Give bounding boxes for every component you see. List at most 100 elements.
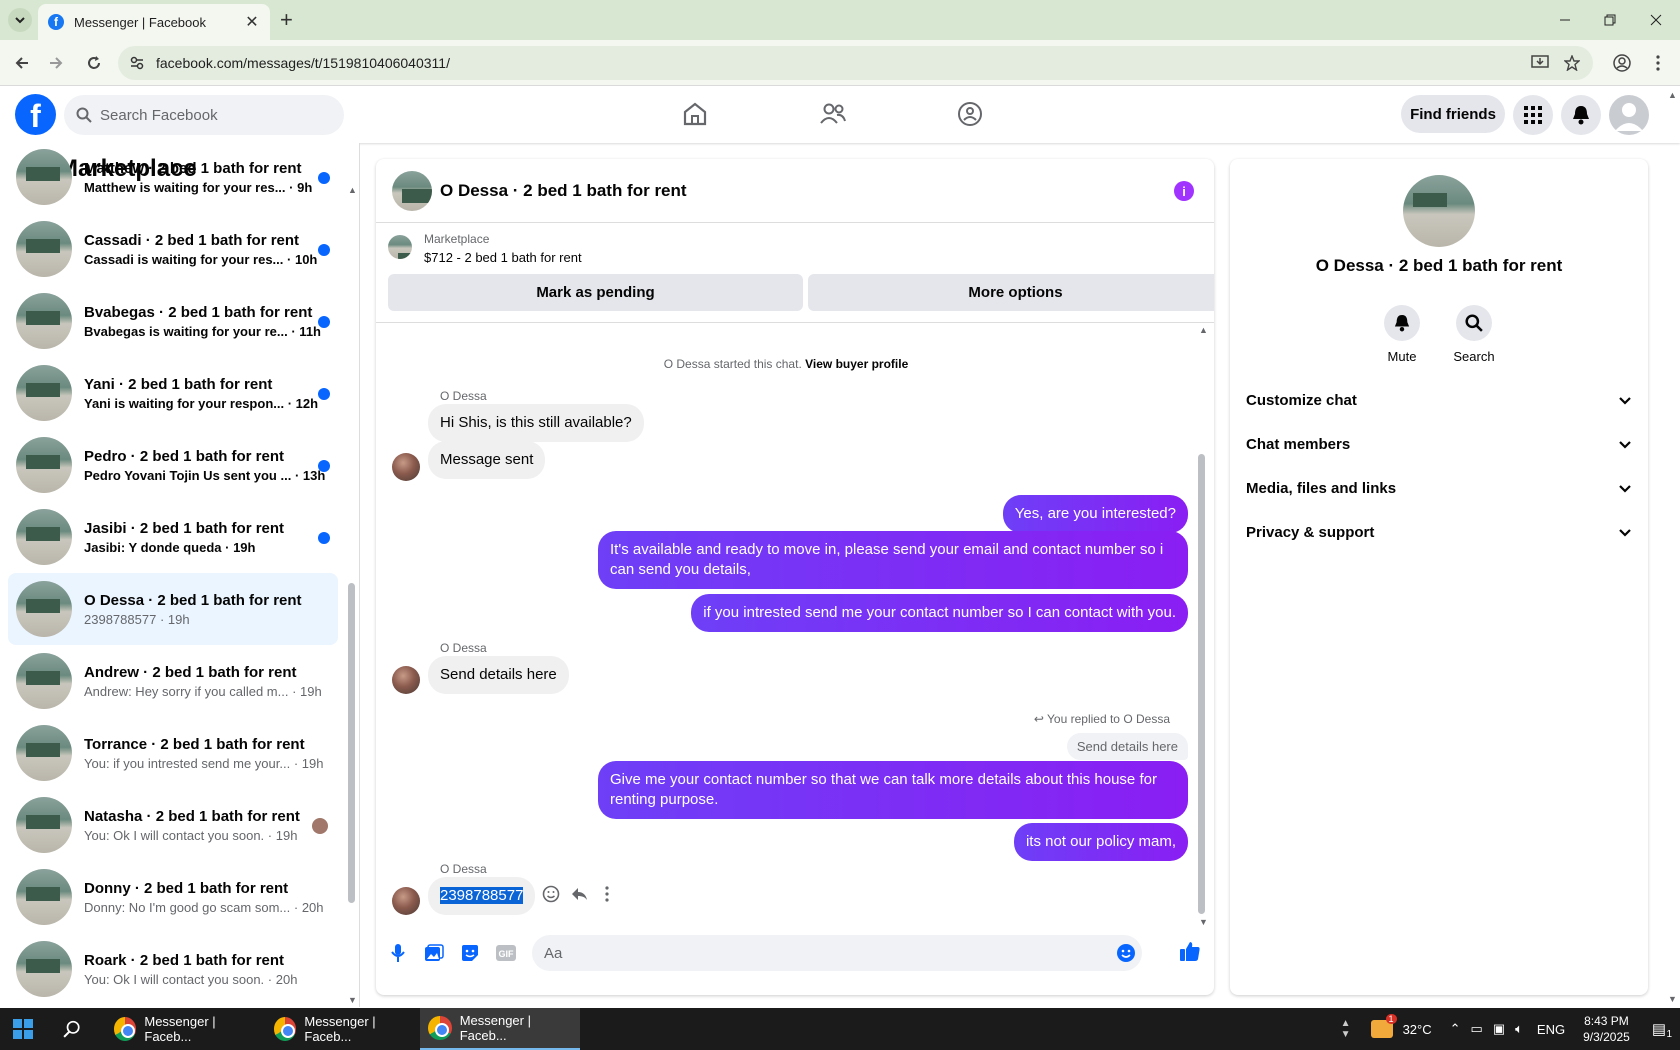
view-buyer-profile-link[interactable]: View buyer profile (805, 357, 908, 371)
react-emoji-icon[interactable] (542, 885, 560, 903)
outgoing-message[interactable]: Yes, are you interested? (1002, 495, 1188, 533)
message-input[interactable]: Aa (532, 935, 1142, 971)
conversation-item[interactable]: Torrance · 2 bed 1 bath for rent You: if … (8, 717, 338, 789)
account-avatar[interactable] (1609, 95, 1649, 135)
bell-icon (1573, 106, 1589, 125)
tab-search-button[interactable] (8, 8, 32, 32)
menu-button[interactable] (1513, 95, 1553, 135)
facebook-search-input[interactable]: Search Facebook (64, 95, 344, 135)
sidebar-scrollbar[interactable] (348, 583, 355, 903)
outgoing-message[interactable]: Give me your contact number so that we c… (598, 761, 1188, 819)
sender-avatar[interactable] (392, 887, 420, 915)
more-vertical-icon[interactable] (598, 885, 616, 903)
conversation-item[interactable]: Roark · 2 bed 1 bath for rent You: Ok I w… (8, 933, 338, 1005)
notification-center-icon[interactable]: ▤ 1 (1652, 1020, 1672, 1040)
conversation-item[interactable]: Yani · 2 bed 1 bath for rent Yani is wait… (8, 357, 338, 429)
close-window-button[interactable] (1641, 6, 1671, 34)
reply-arrow-icon[interactable] (570, 885, 588, 903)
facebook-logo-icon[interactable]: f (15, 94, 56, 135)
volume-icon[interactable]: 🔈︎ (1515, 1021, 1523, 1037)
outgoing-message[interactable]: if you intrested send me your contact nu… (691, 594, 1188, 632)
search-in-chat-button[interactable]: Search (1444, 305, 1504, 364)
sender-avatar[interactable] (392, 453, 420, 481)
incoming-message[interactable]: Hi Shis, is this still available? (428, 404, 644, 442)
browser-tab[interactable]: f Messenger | Facebook ✕ (38, 4, 270, 40)
home-nav-button[interactable] (675, 96, 715, 132)
customize-chat-section[interactable]: Customize chat (1246, 392, 1632, 409)
voice-clip-button[interactable] (386, 941, 410, 965)
privacy-support-section[interactable]: Privacy & support (1246, 524, 1632, 541)
chat-scrollbar[interactable] (1198, 454, 1205, 914)
conversation-item[interactable]: Andrew · 2 bed 1 bath for rent Andrew: He… (8, 645, 338, 717)
details-avatar[interactable] (1403, 175, 1475, 247)
search-icon[interactable] (63, 1020, 81, 1038)
incoming-message-selected[interactable]: 2398788577 (428, 877, 536, 915)
outgoing-message[interactable]: its not our policy mam, (1013, 823, 1188, 861)
conversation-item[interactable]: Bvabegas · 2 bed 1 bath for rent Bvabegas… (8, 285, 338, 357)
forward-button[interactable] (44, 51, 68, 75)
address-bar[interactable]: facebook.com/messages/t/1519810406040311… (118, 46, 1593, 80)
conversation-item[interactable]: Natasha · 2 bed 1 bath for rent You: Ok I… (8, 789, 338, 861)
chevron-up-icon[interactable]: ⌃ (1450, 1021, 1461, 1037)
sticker-button[interactable] (458, 941, 482, 965)
close-tab-icon[interactable]: ✕ (244, 12, 260, 32)
windows-start-icon[interactable] (13, 1019, 33, 1039)
minimize-button[interactable] (1550, 6, 1580, 34)
network-icon[interactable]: ▣ (1493, 1021, 1505, 1037)
outgoing-message[interactable]: It's available and ready to move in, ple… (598, 531, 1188, 589)
install-app-button[interactable] (1528, 51, 1552, 75)
listing-price[interactable]: $712 - 2 bed 1 bath for rent (424, 250, 582, 265)
taskbar-chrome-window-active[interactable]: Messenger | Faceb... (420, 1008, 580, 1050)
groups-nav-button[interactable] (950, 96, 990, 132)
gif-button[interactable]: GIF (494, 941, 518, 965)
browser-menu-button[interactable] (1646, 51, 1670, 75)
conversation-item[interactable]: Jasibi · 2 bed 1 bath for rent Jasibi: Y … (8, 501, 338, 573)
conversation-item[interactable]: O Dessa · 2 bed 1 bath for rent 239878857… (8, 573, 338, 645)
incoming-message[interactable]: Send details here (428, 656, 569, 694)
friends-nav-button[interactable] (813, 96, 853, 132)
temperature[interactable]: 32°C (1403, 1022, 1432, 1037)
new-tab-button[interactable]: + (280, 9, 293, 31)
sender-avatar[interactable] (392, 666, 420, 694)
scroll-down-arrow-icon[interactable]: ▼ (348, 995, 357, 1005)
notifications-button[interactable] (1561, 95, 1601, 135)
mark-as-pending-button[interactable]: Mark as pending (388, 274, 803, 311)
scroll-up-arrow-icon[interactable]: ▲ (348, 185, 357, 195)
chat-title[interactable]: O Dessa · 2 bed 1 bath for rent (440, 181, 687, 201)
chat-scroll-up-icon[interactable]: ▲ (1199, 325, 1208, 335)
mute-button[interactable]: Mute (1372, 305, 1432, 364)
conversation-item[interactable]: Donny · 2 bed 1 bath for rent Donny: No I… (8, 861, 338, 933)
find-friends-button[interactable]: Find friends (1401, 95, 1505, 133)
conversation-item[interactable]: Matthew · 2 bed 1 bath for rent Matthew i… (8, 143, 338, 213)
page-scroll-down-icon[interactable]: ▼ (1668, 994, 1677, 1004)
chat-scroll-down-icon[interactable]: ▼ (1199, 917, 1208, 927)
conversation-item[interactable]: Pedro · 2 bed 1 bath for rent Pedro Yovan… (8, 429, 338, 501)
clock[interactable]: 8:43 PM 9/3/2025 (1583, 1013, 1630, 1045)
reload-button[interactable] (82, 51, 106, 75)
chevron-down-icon (15, 17, 25, 24)
taskbar-chrome-window[interactable]: Messenger | Faceb... (106, 1008, 258, 1050)
media-files-links-section[interactable]: Media, files and links (1246, 480, 1632, 497)
bookmark-button[interactable] (1560, 51, 1584, 75)
meet-now-icon[interactable]: ▭ (1471, 1021, 1483, 1037)
info-icon[interactable]: i (1174, 181, 1194, 201)
quoted-message[interactable]: Send details here (1066, 733, 1188, 760)
chat-avatar[interactable] (392, 170, 432, 211)
restore-button[interactable] (1595, 6, 1625, 34)
input-language[interactable]: ENG (1537, 1022, 1565, 1037)
profile-button[interactable] (1610, 51, 1634, 75)
listing-thumbnail[interactable] (388, 235, 412, 259)
page-scroll-up-icon[interactable]: ▲ (1668, 90, 1677, 100)
weather-icon[interactable]: 1 (1370, 1014, 1397, 1038)
back-button[interactable] (10, 51, 34, 75)
taskbar-chrome-window[interactable]: Messenger | Faceb... (266, 1008, 418, 1050)
more-options-button[interactable]: More options (808, 274, 1214, 311)
incoming-message[interactable]: Message sent (428, 441, 546, 479)
attach-photo-button[interactable] (422, 941, 446, 965)
emoji-icon[interactable] (1116, 943, 1136, 963)
tray-overflow-icon[interactable]: ▲ ▼ (1341, 1018, 1351, 1040)
conversation-item[interactable]: Cassadi · 2 bed 1 bath for rent Cassadi i… (8, 213, 338, 285)
site-settings-icon[interactable] (130, 56, 144, 70)
like-button[interactable] (1178, 939, 1202, 963)
chat-members-section[interactable]: Chat members (1246, 436, 1632, 453)
